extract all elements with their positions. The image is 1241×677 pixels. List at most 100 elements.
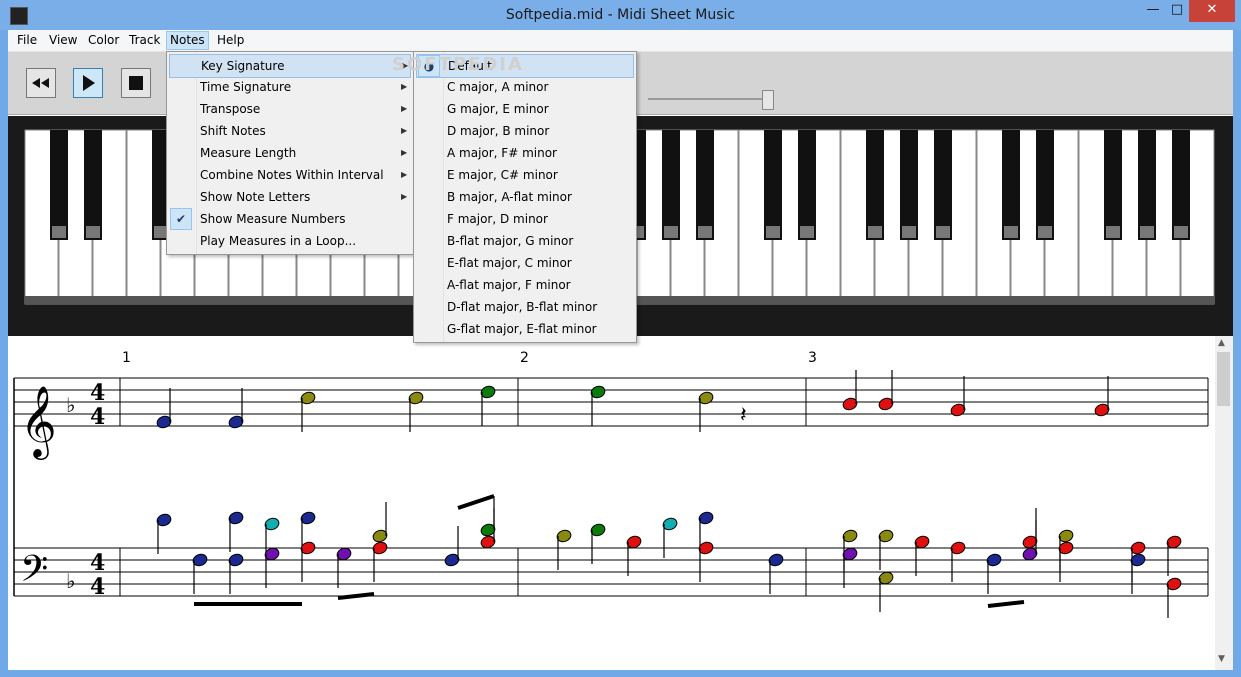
menu-item-label: C major, A minor: [447, 80, 549, 94]
piano-black-key-highlight: [766, 226, 780, 238]
submenu-arrow-icon: ▶: [401, 148, 408, 157]
piano-black-key-highlight: [800, 226, 814, 238]
scroll-up-icon[interactable]: ▲: [1218, 338, 1225, 348]
submenu-arrow-icon: ▶: [401, 104, 408, 113]
key-signature-option[interactable]: G major, E minor: [416, 98, 632, 120]
piano-black-key[interactable]: [696, 130, 714, 240]
piano-black-key[interactable]: [1172, 130, 1190, 240]
piano-black-key-highlight: [1004, 226, 1018, 238]
menu-item-show-measure-numbers[interactable]: ✔ Show Measure Numbers: [169, 208, 409, 230]
piano-black-key-highlight: [86, 226, 100, 238]
title-bar[interactable]: Softpedia.mid - Midi Sheet Music — □ ✕: [0, 0, 1241, 30]
menu-item-label: D-flat major, B-flat minor: [447, 300, 598, 314]
menu-item-transpose[interactable]: Transpose ▶: [169, 98, 409, 120]
menu-item-label: Measure Length: [200, 146, 297, 160]
menu-item-label: E major, C# minor: [447, 168, 558, 182]
key-signature-flat: ♭: [66, 569, 75, 593]
play-icon: [83, 75, 95, 91]
menu-notes[interactable]: Notes: [166, 31, 209, 50]
piano-black-key-highlight: [1038, 226, 1052, 238]
piano-black-key[interactable]: [764, 130, 782, 240]
close-button[interactable]: ✕: [1189, 0, 1235, 22]
piano-black-key[interactable]: [1104, 130, 1122, 240]
piano-black-key[interactable]: [866, 130, 884, 240]
piano-black-key[interactable]: [1138, 130, 1156, 240]
key-signature-option[interactable]: D-flat major, B-flat minor: [416, 296, 632, 318]
submenu-arrow-icon: ▶: [401, 192, 408, 201]
menu-item-combine-notes[interactable]: Combine Notes Within Interval ▶: [169, 164, 409, 186]
scroll-down-icon[interactable]: ▼: [1218, 654, 1225, 664]
piano-black-key[interactable]: [1036, 130, 1054, 240]
menu-bar: File View Color Track Notes Help: [8, 30, 1233, 52]
time-signature-top: 4: [90, 550, 105, 576]
window-title: Softpedia.mid - Midi Sheet Music: [505, 7, 736, 23]
menu-item-measure-length[interactable]: Measure Length ▶: [169, 142, 409, 164]
piano-black-key-highlight: [698, 226, 712, 238]
piano-black-key-highlight: [936, 226, 950, 238]
time-signature-bottom: 4: [90, 574, 105, 600]
time-signature-top: 4: [90, 380, 105, 406]
piano-black-key[interactable]: [84, 130, 102, 240]
key-signature-option[interactable]: B-flat major, G minor: [416, 230, 632, 252]
key-signature-option[interactable]: G-flat major, E-flat minor: [416, 318, 632, 340]
submenu-arrow-icon: ▶: [401, 82, 408, 91]
menu-item-label: Show Measure Numbers: [200, 212, 346, 226]
key-signature-option[interactable]: A-flat major, F minor: [416, 274, 632, 296]
menu-item-label: A-flat major, F minor: [447, 278, 571, 292]
menu-item-label: G major, E minor: [447, 102, 549, 116]
bass-clef-icon: 𝄢: [20, 548, 48, 599]
piano-black-key-highlight: [1140, 226, 1154, 238]
menu-item-show-note-letters[interactable]: Show Note Letters ▶: [169, 186, 409, 208]
key-signature-menu: ● Default C major, A minor G major, E minor…: [392, 51, 637, 343]
menu-help[interactable]: Help: [214, 32, 247, 49]
stop-button[interactable]: [121, 68, 151, 98]
sheet-music[interactable]: 1 2 3 𝄞 𝄢 ♭ ♭ 4 4 4 4 𝄽: [8, 336, 1215, 670]
key-signature-option[interactable]: C major, A minor: [416, 76, 632, 98]
piano-black-key-highlight: [664, 226, 678, 238]
piano-black-key-highlight: [1106, 226, 1120, 238]
volume-slider[interactable]: [648, 98, 768, 100]
menu-track[interactable]: Track: [126, 32, 163, 49]
menu-item-label: Combine Notes Within Interval: [200, 168, 384, 182]
piano-black-key[interactable]: [934, 130, 952, 240]
submenu-arrow-icon: ▶: [401, 126, 408, 135]
time-signature-bottom: 4: [90, 404, 105, 430]
menu-item-shift-notes[interactable]: Shift Notes ▶: [169, 120, 409, 142]
key-signature-option[interactable]: D major, B minor: [416, 120, 632, 142]
quarter-rest-icon: 𝄽: [740, 403, 747, 428]
key-signature-option[interactable]: B major, A-flat minor: [416, 186, 632, 208]
menu-item-label: Play Measures in a Loop...: [200, 234, 357, 248]
menu-color[interactable]: Color: [85, 32, 122, 49]
watermark: SOFTPEDIA: [392, 54, 524, 75]
key-signature-option[interactable]: A major, F# minor: [416, 142, 632, 164]
rewind-button[interactable]: [26, 68, 56, 98]
piano-black-key[interactable]: [1002, 130, 1020, 240]
rewind-icon: [32, 78, 49, 88]
notes-menu: Key Signature ▶ Time Signature ▶ Transpo…: [166, 51, 414, 255]
scrollbar-thumb[interactable]: [1217, 352, 1230, 406]
key-signature-option[interactable]: E major, C# minor: [416, 164, 632, 186]
piano-black-key[interactable]: [900, 130, 918, 240]
menu-item-key-signature[interactable]: Key Signature ▶: [169, 54, 411, 78]
menu-item-time-signature[interactable]: Time Signature ▶: [169, 76, 409, 98]
piano-black-key-highlight: [902, 226, 916, 238]
piano-black-key[interactable]: [662, 130, 680, 240]
play-button[interactable]: [73, 68, 103, 98]
volume-slider-thumb[interactable]: [762, 90, 774, 110]
note-beam: [457, 494, 495, 510]
menu-view[interactable]: View: [46, 32, 80, 49]
key-signature-option[interactable]: E-flat major, C minor: [416, 252, 632, 274]
vertical-scrollbar[interactable]: ▲ ▼: [1215, 336, 1233, 670]
menu-item-label: Time Signature: [200, 80, 292, 94]
note-beam: [337, 592, 375, 600]
note-beam: [987, 600, 1025, 608]
menu-item-label: D major, B minor: [447, 124, 550, 138]
sheet-svg: 1 2 3𝄞𝄢♭♭4444𝄽: [13, 350, 1209, 618]
piano-black-key[interactable]: [50, 130, 68, 240]
key-signature-option[interactable]: F major, D minor: [416, 208, 632, 230]
menu-file[interactable]: File: [14, 32, 40, 49]
menu-item-label: G-flat major, E-flat minor: [447, 322, 597, 336]
piano-black-key[interactable]: [798, 130, 816, 240]
menu-item-play-measures-loop[interactable]: Play Measures in a Loop...: [169, 230, 409, 252]
piano-black-key-highlight: [868, 226, 882, 238]
